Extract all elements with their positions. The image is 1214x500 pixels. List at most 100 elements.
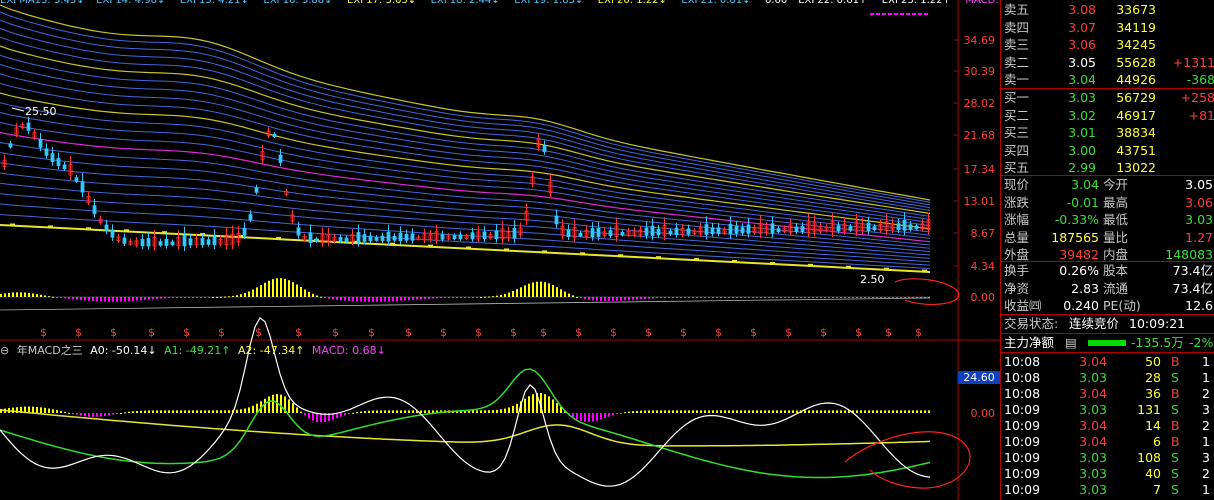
status-value: 连续竞价 [1069, 316, 1120, 331]
macd-bar [560, 289, 562, 297]
tick-volume: 6 [1153, 434, 1161, 449]
ind-bar [656, 410, 658, 413]
trend-line [0, 297, 931, 311]
ind-bar [240, 409, 242, 413]
candle-body [848, 226, 853, 231]
ema-dot [618, 254, 623, 258]
candle-body [650, 225, 655, 236]
candle-body [110, 229, 115, 238]
candle-body [770, 223, 775, 234]
macd-bar [20, 292, 22, 297]
indicator-a1: A1: -49.21↑ [164, 344, 231, 357]
ind-bar [52, 409, 54, 413]
signal-marker: $ [715, 326, 722, 339]
main-flow-pct: -2% [1189, 335, 1214, 350]
macd-bar [612, 297, 614, 301]
main-flow-row: 主力净额 ▤ -135.5万 -2% [1001, 334, 1214, 351]
candle-body [296, 227, 301, 236]
ind-bar [492, 410, 494, 413]
ind-bar [872, 410, 874, 413]
macd-bar [600, 297, 602, 301]
candle-body [578, 232, 583, 237]
ind-bar [584, 413, 586, 422]
signal-marker: $ [885, 326, 892, 339]
tick-price: 3.03 [1079, 450, 1107, 465]
ema-legend-item: EXP23: 1.22↑ [882, 0, 951, 6]
ind-bar [760, 410, 762, 413]
axis-label: 0.00 [971, 291, 996, 304]
flow-chart-icon[interactable]: ▤ [1065, 334, 1077, 351]
candle-body [872, 226, 877, 231]
macd-bar [24, 292, 26, 297]
candle-body [542, 145, 547, 153]
ema-legend-item: EXP16: 3.88↓ [263, 0, 332, 6]
macd-bar [608, 297, 610, 301]
ema-legend-item: MACD: 0.54↓ [965, 0, 1000, 6]
tick-volume: 108 [1137, 450, 1161, 465]
macd-bar [32, 293, 34, 297]
ind-bar [184, 410, 186, 413]
ind-bar [820, 410, 822, 413]
ema-dot [922, 269, 927, 273]
ema-line [0, 11, 931, 203]
candle-body [368, 235, 373, 242]
candle-body [644, 227, 649, 236]
candle-body [596, 228, 601, 237]
ind-bar [216, 410, 218, 413]
ind-bar [56, 410, 58, 413]
ema-legend-item: EXPMA13: 5.43↓ [0, 0, 85, 6]
ema-line [0, 112, 931, 236]
ind-bar [836, 410, 838, 413]
tick-row: 10:09 3.03 7 S 1 [1001, 481, 1214, 498]
candle-body [122, 237, 127, 244]
main-candlestick-chart[interactable]: 25.50 2.50 $ $ $ $ $ $ $ $ $ $ $ $ $ $ $ $ $ $ $ $ $ $ $ $ $ $ 0.0… [0, 0, 1000, 500]
ind-bar [824, 410, 826, 413]
tick-time: 10:08 [1004, 370, 1041, 385]
ind-bar [44, 407, 46, 413]
indicator-collapse-icon[interactable]: ⊖ [0, 344, 9, 357]
bid-price: 3.03 [1068, 90, 1096, 105]
ind-bar [36, 406, 38, 413]
ind-bar [176, 410, 178, 413]
macd-bar [248, 291, 250, 297]
macd-bar [356, 297, 358, 302]
macd-bar [620, 297, 622, 301]
macd-bar [508, 292, 510, 297]
candle-body [914, 225, 919, 230]
macd-bar [352, 297, 354, 302]
stat-label-2: 量比 [1103, 229, 1129, 245]
ind-bar [488, 410, 490, 413]
macd-bar [368, 297, 370, 302]
tick-count: 2 [1202, 418, 1210, 433]
ind-bar [408, 410, 410, 413]
candle-body [866, 222, 871, 232]
ind-bar [124, 412, 126, 414]
ind-bar [596, 413, 598, 421]
ind-bar [628, 411, 630, 413]
ind-bar [708, 410, 710, 413]
high-annotation: 25.50 [25, 105, 57, 118]
ema-legend-item: EXP22: 0.61↑ [798, 0, 867, 6]
macd-bar [0, 293, 2, 297]
macd-bar [344, 297, 346, 301]
ind-bar [664, 410, 666, 413]
macd-bar [132, 297, 134, 301]
candle-body [170, 241, 175, 246]
bid-volume: 13022 [1116, 160, 1156, 175]
tick-count: 2 [1202, 386, 1210, 401]
candle-body [242, 227, 247, 236]
ind-bar [888, 410, 890, 413]
bid-row: 买一 3.03 56729 +258 [1001, 89, 1214, 106]
status-time: 10:09:21 [1129, 316, 1186, 331]
tick-time: 10:09 [1004, 418, 1041, 433]
macd-bar [372, 297, 374, 302]
macd-bar [364, 297, 366, 302]
candle-body [896, 223, 901, 231]
ind-bar [912, 410, 914, 413]
axis-label: 13.01 [964, 195, 996, 208]
ind-bar [120, 412, 122, 414]
tick-row: 10:09 3.03 40 S 2 [1001, 465, 1214, 482]
bid-price: 3.02 [1068, 107, 1096, 123]
signal-marker: $ [540, 326, 547, 339]
ind-bar [524, 398, 526, 413]
